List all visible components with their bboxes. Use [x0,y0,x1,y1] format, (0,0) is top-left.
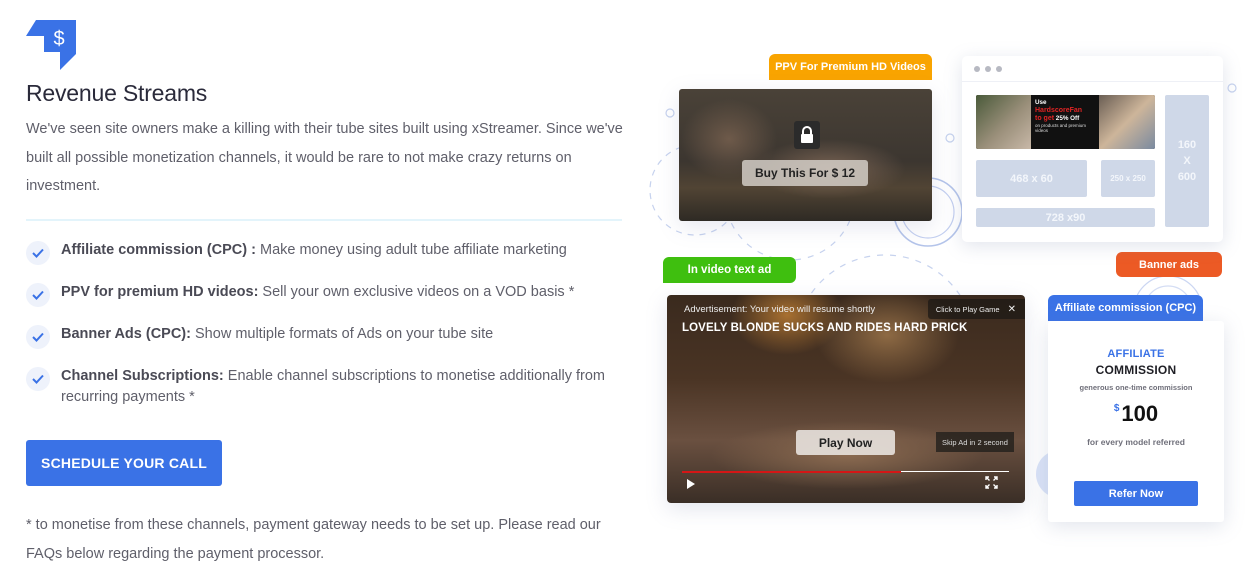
section-title: Revenue Streams [26,80,208,106]
window-dot-icon [996,65,1002,72]
schedule-call-button[interactable]: SCHEDULE YOUR CALL [26,440,222,486]
browser-bar [962,56,1223,82]
ad-slot-728x90: 728 x90 [976,208,1155,227]
feature-item: Affiliate commission (CPC) : Make money … [26,240,626,265]
play-icon[interactable] [687,479,695,489]
close-icon[interactable]: ✕ [1008,304,1016,315]
feature-description: Make money using adult tube affiliate ma… [255,242,567,258]
video-player: Advertisement: Your video will resume sh… [667,295,1025,503]
play-game-link[interactable]: Click to Play Game ✕ [927,299,1025,319]
affiliate-commission-tag: Affiliate commission (CPC) [1048,295,1203,321]
promo-image-right [1099,95,1155,149]
skip-ad-button[interactable]: Skip Ad in 2 second [936,432,1014,452]
fullscreen-icon[interactable] [985,476,998,489]
feature-label: Channel Subscriptions: [61,368,224,384]
buy-video-button[interactable]: Buy This For $ 12 [742,160,868,186]
feature-label: Banner Ads (CPC): [61,326,191,342]
promo-discount: 25% Off [1054,115,1080,122]
promo-image-left [976,95,1031,149]
check-icon [26,241,50,265]
ppv-tag: PPV For Premium HD Videos [769,54,932,80]
check-icon [26,283,50,307]
ad-slot-160x600: 160 X 600 [1165,95,1209,227]
commission-note: for every model referred [1087,437,1185,447]
feature-label: PPV for premium HD videos: [61,284,259,300]
currency-symbol: $ [1113,403,1120,414]
commission-price: $ 100 [1048,401,1224,427]
svg-text:$: $ [53,28,64,50]
feature-list: Affiliate commission (CPC) : Make money … [26,240,626,425]
promo-fineprint: on products and premium videos [1035,123,1087,133]
lock-icon [794,121,820,149]
progress-fill [682,470,902,473]
in-video-ad-tag: In video text ad [663,257,796,283]
refer-now-button[interactable]: Refer Now [1074,481,1198,506]
progress-track[interactable] [682,470,1009,473]
section-intro: We've seen site owners make a killing wi… [26,121,623,194]
ppv-video-card: Buy This For $ 12 [679,89,932,221]
feature-item: Channel Subscriptions: Enable channel su… [26,366,626,408]
window-dot-icon [974,65,980,72]
dollar-bookmark-icon: $ [26,20,76,70]
video-title: LOVELY BLONDE SUCKS AND RIDES HARD PRICK [682,322,968,334]
feature-label: Affiliate commission (CPC) : [61,242,256,258]
promo-line: to get [1035,115,1055,122]
play-now-button[interactable]: Play Now [796,430,895,455]
ad-slot-468x60: 468 x 60 [976,160,1087,197]
feature-description: Sell your own exclusive videos on a VOD … [258,284,575,300]
window-dot-icon [985,65,991,72]
banner-ads-browser-mock: Use HardscoreFan to get 25% Off on produ… [962,56,1223,242]
ad-notice: Advertisement: Your video will resume sh… [684,304,876,315]
promo-banner[interactable]: Use HardscoreFan to get 25% Off on produ… [976,95,1155,149]
affiliate-card: AFFILIATE COMMISSION generous one-time c… [1048,321,1224,522]
feature-item: Banner Ads (CPC): Show multiple formats … [26,324,626,349]
promo-brand: HardscoreFan [1035,107,1083,114]
divider [26,219,622,221]
commission-subtitle: generous one-time commission [1079,383,1193,392]
affiliate-heading: AFFILIATE [1107,348,1165,360]
check-icon [26,367,50,391]
check-icon [26,325,50,349]
commission-heading: COMMISSION [1095,363,1177,377]
promo-line: Use [1035,99,1047,106]
feature-item: PPV for premium HD videos: Sell your own… [26,282,626,307]
payment-footnote: * to monetise from these channels, payme… [26,517,601,562]
banner-ads-tag: Banner ads [1116,252,1222,277]
commission-amount: 100 [1121,401,1159,426]
feature-description: Show multiple formats of Ads on your tub… [190,326,494,342]
ad-slot-250x250: 250 x 250 [1101,160,1155,197]
